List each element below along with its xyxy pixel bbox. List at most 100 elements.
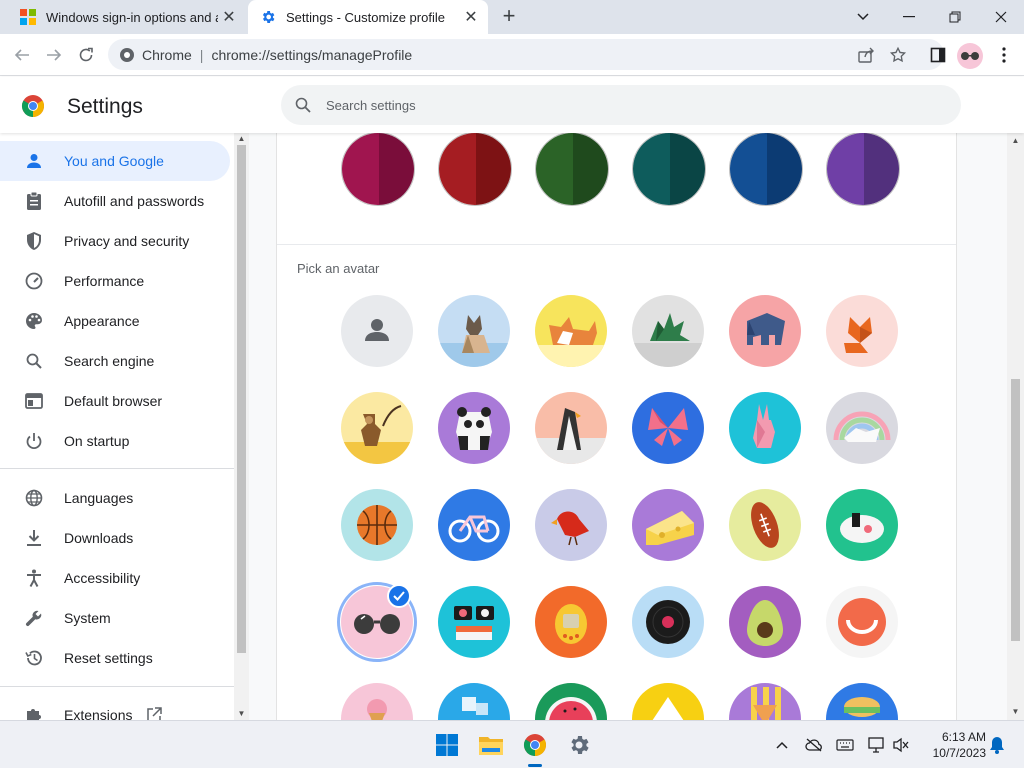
swatch-left-half: [730, 133, 767, 205]
speaker-muted-icon[interactable]: [890, 735, 912, 755]
close-tab-icon[interactable]: ✕: [460, 6, 482, 28]
theme-color-swatch[interactable]: [632, 133, 706, 206]
scroll-down-arrow-icon[interactable]: ▼: [1007, 706, 1024, 718]
system-clock[interactable]: 6:13 AM 10/7/2023: [914, 729, 986, 761]
sidebar-item-on-startup[interactable]: On startup: [0, 421, 230, 461]
sidebar-item-default-browser[interactable]: Default browser: [0, 381, 230, 421]
back-arrow-icon[interactable]: [10, 43, 34, 67]
sidebar-item-system[interactable]: System: [0, 598, 230, 638]
sidebar-item-reset-settings[interactable]: Reset settings: [0, 638, 230, 678]
origami-dragon-avatar[interactable]: [632, 295, 704, 367]
close-window-button[interactable]: [978, 0, 1024, 34]
tamagotchi-avatar[interactable]: [535, 586, 607, 658]
share-icon[interactable]: [854, 43, 878, 67]
close-tab-icon[interactable]: ✕: [218, 6, 240, 28]
file-explorer-icon[interactable]: [475, 729, 507, 761]
sushi-plate-avatar[interactable]: [826, 489, 898, 561]
tab-windows-signin[interactable]: Windows sign-in options and acc ✕: [8, 0, 246, 34]
sandwich-avatar[interactable]: [826, 683, 898, 720]
football-avatar[interactable]: [729, 489, 801, 561]
customize-profile-card: Pick an avatar: [276, 133, 957, 720]
minimize-button[interactable]: [886, 0, 932, 34]
sidebar-item-performance[interactable]: Performance: [0, 261, 230, 301]
sidebar-item-appearance[interactable]: Appearance: [0, 301, 230, 341]
start-icon[interactable]: [431, 729, 463, 761]
theme-color-swatch[interactable]: [535, 133, 609, 206]
ice-cream-avatar[interactable]: [341, 683, 413, 720]
profile-avatar-button[interactable]: [957, 43, 983, 69]
sidebar-item-languages[interactable]: Languages: [0, 478, 230, 518]
cheese-avatar[interactable]: [632, 489, 704, 561]
menu-kebab-icon[interactable]: [992, 43, 1016, 67]
keyboard-icon[interactable]: [834, 735, 856, 755]
scroll-up-arrow-icon[interactable]: ▲: [1007, 135, 1024, 147]
sidebar-item-extensions[interactable]: Extensions: [0, 695, 230, 720]
origami-corgi-avatar[interactable]: [535, 295, 607, 367]
vinyl-record-avatar[interactable]: [632, 586, 704, 658]
bicycle-avatar[interactable]: [438, 489, 510, 561]
shield-icon: [24, 231, 44, 251]
clock-time: 6:13 AM: [941, 730, 986, 744]
origami-butterfly-avatar[interactable]: [632, 392, 704, 464]
generic-person-avatar[interactable]: [341, 295, 413, 367]
theme-color-swatch[interactable]: [438, 133, 512, 206]
theme-color-swatch[interactable]: [729, 133, 803, 206]
network-monitor-icon[interactable]: [866, 735, 888, 755]
restore-button[interactable]: [932, 0, 978, 34]
forward-arrow-icon[interactable]: [42, 43, 66, 67]
origami-rabbit-avatar[interactable]: [729, 392, 801, 464]
sidebar-item-search-engine[interactable]: Search engine: [0, 341, 230, 381]
swatch-left-half: [827, 133, 864, 205]
main-scrollbar-thumb[interactable]: [1011, 379, 1020, 641]
sidebar-item-autofill[interactable]: Autofill and passwords: [0, 181, 230, 221]
tab-settings-customize-profile[interactable]: Settings - Customize profile ✕: [248, 0, 488, 34]
side-panel-icon[interactable]: [926, 43, 950, 67]
smiley-face-avatar[interactable]: [826, 586, 898, 658]
tab-title: Settings - Customize profile: [286, 9, 445, 25]
ice-cubes-avatar[interactable]: [438, 683, 510, 720]
origami-unicorn-avatar[interactable]: [826, 392, 898, 464]
search-settings-input[interactable]: [326, 97, 886, 113]
onigiri-avatar[interactable]: [632, 683, 704, 720]
search-settings-box[interactable]: [281, 85, 961, 125]
sidebar-scrollbar[interactable]: ▲ ▼: [234, 133, 249, 720]
origami-cat-avatar[interactable]: [438, 295, 510, 367]
puzzle-icon: [24, 705, 44, 720]
sidebar-item-label: Reset settings: [64, 650, 153, 666]
watermelon-avatar[interactable]: [535, 683, 607, 720]
cloud-offline-icon[interactable]: [803, 735, 825, 755]
scroll-down-arrow-icon[interactable]: ▼: [234, 708, 249, 720]
bookmark-star-icon[interactable]: [886, 43, 910, 67]
sidebar-item-accessibility[interactable]: Accessibility: [0, 558, 230, 598]
origami-penguin-avatar[interactable]: [535, 392, 607, 464]
theme-color-swatch[interactable]: [341, 133, 415, 206]
speedometer-icon: [24, 271, 44, 291]
sushi-rolls-avatar[interactable]: [438, 586, 510, 658]
address-bar[interactable]: Chrome | chrome://settings/manageProfile: [108, 39, 944, 70]
chrome-icon[interactable]: [519, 729, 551, 761]
notification-bell-icon[interactable]: [986, 735, 1008, 755]
origami-panda-avatar[interactable]: [438, 392, 510, 464]
sidebar-divider: [0, 686, 234, 687]
basketball-avatar[interactable]: [341, 489, 413, 561]
origami-monkey-avatar[interactable]: [341, 392, 413, 464]
swatch-right-half: [379, 133, 414, 205]
origami-elephant-avatar[interactable]: [729, 295, 801, 367]
pizza-slice-avatar[interactable]: [729, 683, 801, 720]
sidebar-scrollbar-thumb[interactable]: [237, 145, 246, 653]
origami-fox-avatar[interactable]: [826, 295, 898, 367]
avocado-avatar[interactable]: [729, 586, 801, 658]
main-scrollbar[interactable]: ▲ ▼: [1007, 133, 1024, 720]
sidebar-item-you-and-google[interactable]: You and Google: [0, 141, 230, 181]
sidebar-item-privacy[interactable]: Privacy and security: [0, 221, 230, 261]
swatch-right-half: [864, 133, 899, 205]
show-hidden-icons-chevron-icon[interactable]: [771, 735, 793, 755]
reload-icon[interactable]: [74, 43, 98, 67]
tab-search-chevron-icon[interactable]: [840, 0, 886, 34]
settings-gear-icon[interactable]: [563, 729, 595, 761]
sidebar-item-downloads[interactable]: Downloads: [0, 518, 230, 558]
theme-color-swatch[interactable]: [826, 133, 900, 206]
new-tab-button[interactable]: +: [497, 5, 521, 28]
red-bird-avatar[interactable]: [535, 489, 607, 561]
scroll-up-arrow-icon[interactable]: ▲: [234, 133, 249, 145]
